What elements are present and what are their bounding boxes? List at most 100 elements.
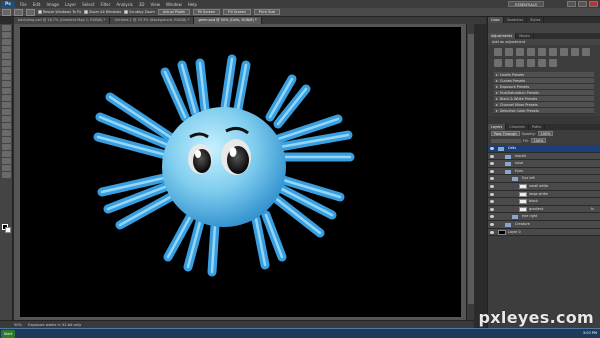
tab-layers[interactable]: Layers	[488, 124, 507, 130]
zoom-all-windows-checkbox[interactable]: Zoom All Windows	[83, 10, 121, 14]
visibility-eye-icon[interactable]	[490, 184, 494, 188]
menu-filter[interactable]: Filter	[97, 2, 113, 7]
eyedropper-tool-icon[interactable]	[2, 60, 11, 66]
zoom-level[interactable]: 50%	[14, 323, 22, 327]
fit-screen-button[interactable]: Fit Screen	[192, 9, 221, 15]
tab-swatches[interactable]: Swatches	[504, 17, 528, 23]
layer-row[interactable]: Eyes	[488, 167, 600, 176]
document-canvas[interactable]	[20, 27, 461, 317]
layer-row[interactable]: gradient fx	[488, 205, 600, 214]
workspace-switcher[interactable]: ESSENTIALS	[508, 1, 544, 7]
type-tool-icon[interactable]	[2, 130, 11, 136]
resize-windows-checkbox[interactable]: Resize Windows To Fit	[38, 10, 81, 14]
crop-tool-icon[interactable]	[2, 53, 11, 59]
layer-row[interactable]: nose	[488, 160, 600, 168]
path-select-tool-icon[interactable]	[2, 137, 11, 143]
fill-screen-button[interactable]: Fill Screen	[223, 9, 251, 15]
menu-image[interactable]: Image	[43, 2, 62, 7]
marquee-tool-icon[interactable]	[2, 32, 11, 38]
posterize-icon[interactable]	[516, 59, 524, 67]
brush-tool-icon[interactable]	[2, 74, 11, 80]
preset-selective-color[interactable]: Selective Color Presets	[494, 108, 594, 114]
doc-tab-backdrop[interactable]: backdrop.psd @ 16.7% (Gradient Map 1, RG…	[14, 17, 111, 24]
blur-tool-icon[interactable]	[2, 109, 11, 115]
menu-file[interactable]: File	[17, 2, 30, 7]
shape-tool-icon[interactable]	[2, 144, 11, 150]
dodge-tool-icon[interactable]	[2, 116, 11, 122]
close-button[interactable]	[589, 1, 598, 7]
print-size-button[interactable]: Print Size	[253, 9, 281, 15]
menu-view[interactable]: View	[148, 2, 164, 7]
doc-tab-untitled[interactable]: Untitled-1 @ 33.3% (Background, RGB/8) *	[110, 17, 195, 24]
hand-tool-icon[interactable]	[2, 165, 11, 171]
visibility-eye-icon[interactable]	[490, 162, 494, 166]
quick-select-tool-icon[interactable]	[2, 46, 11, 52]
layer-row[interactable]: eye right	[488, 213, 600, 221]
healing-brush-tool-icon[interactable]	[2, 67, 11, 73]
maximize-button[interactable]	[578, 1, 587, 7]
3d-rotate-tool-icon[interactable]	[2, 151, 11, 157]
layer-row[interactable]: Creature	[488, 220, 600, 229]
zoom-tool-icon[interactable]	[2, 8, 11, 16]
visibility-eye-icon[interactable]	[490, 177, 494, 181]
zoom-tool-box-icon[interactable]	[2, 172, 11, 178]
visibility-eye-icon[interactable]	[490, 230, 494, 234]
invert-icon[interactable]	[505, 59, 513, 67]
minimize-button[interactable]	[567, 1, 576, 7]
actual-pixels-button[interactable]: Actual Pixels	[157, 9, 190, 15]
selective-color-icon[interactable]	[549, 59, 557, 67]
layer-row[interactable]: large white	[488, 190, 600, 199]
lock-icons[interactable]	[491, 138, 521, 143]
visibility-eye-icon[interactable]	[490, 222, 494, 226]
zoom-in-icon[interactable]	[14, 8, 23, 16]
visibility-eye-icon[interactable]	[490, 154, 494, 158]
move-tool-icon[interactable]	[2, 25, 11, 31]
clone-stamp-tool-icon[interactable]	[2, 81, 11, 87]
layer-row[interactable]: Eye left	[488, 175, 600, 183]
layer-row[interactable]: small white	[488, 182, 600, 191]
eraser-tool-icon[interactable]	[2, 95, 11, 101]
exposure-icon[interactable]	[527, 48, 535, 56]
black-white-icon[interactable]	[571, 48, 579, 56]
pen-tool-icon[interactable]	[2, 123, 11, 129]
threshold-icon[interactable]	[527, 59, 535, 67]
zoom-out-icon[interactable]	[26, 8, 35, 16]
brightness-icon[interactable]	[494, 48, 502, 56]
tab-styles[interactable]: Styles	[527, 17, 545, 23]
lasso-tool-icon[interactable]	[2, 39, 11, 45]
history-brush-tool-icon[interactable]	[2, 88, 11, 94]
menu-help[interactable]: Help	[185, 2, 200, 7]
doc-tab-germ[interactable]: germ.psd @ 50% (Cells, RGB/8) *	[194, 17, 262, 24]
gradient-tool-icon[interactable]	[2, 102, 11, 108]
photo-filter-icon[interactable]	[582, 48, 590, 56]
scroll-thumb[interactable]	[468, 34, 474, 304]
scrubby-zoom-checkbox[interactable]: Scrubby Zoom	[124, 10, 155, 14]
layer-row[interactable]: Layer 0	[488, 228, 600, 237]
hue-saturation-icon[interactable]	[549, 48, 557, 56]
menu-analysis[interactable]: Analysis	[113, 2, 135, 7]
layer-effects-icon[interactable]: fx	[591, 206, 594, 213]
menu-edit[interactable]: Edit	[30, 2, 44, 7]
opacity-field[interactable]: 100%	[537, 131, 554, 136]
menu-select[interactable]: Select	[79, 2, 97, 7]
vertical-scrollbar[interactable]	[466, 24, 474, 320]
start-button[interactable]: Start	[1, 330, 15, 338]
visibility-eye-icon[interactable]	[490, 207, 494, 211]
visibility-eye-icon[interactable]	[490, 192, 494, 196]
3d-orbit-tool-icon[interactable]	[2, 158, 11, 164]
color-balance-icon[interactable]	[560, 48, 568, 56]
background-color-swatch[interactable]	[5, 227, 11, 233]
tab-channels[interactable]: Channels	[506, 124, 529, 130]
tab-paths[interactable]: Paths	[529, 124, 546, 130]
visibility-eye-icon[interactable]	[490, 169, 494, 173]
layer-row[interactable]: mouth	[488, 152, 600, 161]
visibility-eye-icon[interactable]	[490, 147, 494, 150]
curves-icon[interactable]	[516, 48, 524, 56]
gradient-map-icon[interactable]	[538, 59, 546, 67]
vibrance-icon[interactable]	[538, 48, 546, 56]
visibility-eye-icon[interactable]	[490, 200, 494, 204]
layer-row[interactable]: Cells	[488, 145, 600, 153]
channel-mixer-icon[interactable]	[494, 59, 502, 67]
fill-field[interactable]: 100%	[530, 138, 547, 143]
tab-color[interactable]: Color	[488, 17, 504, 23]
